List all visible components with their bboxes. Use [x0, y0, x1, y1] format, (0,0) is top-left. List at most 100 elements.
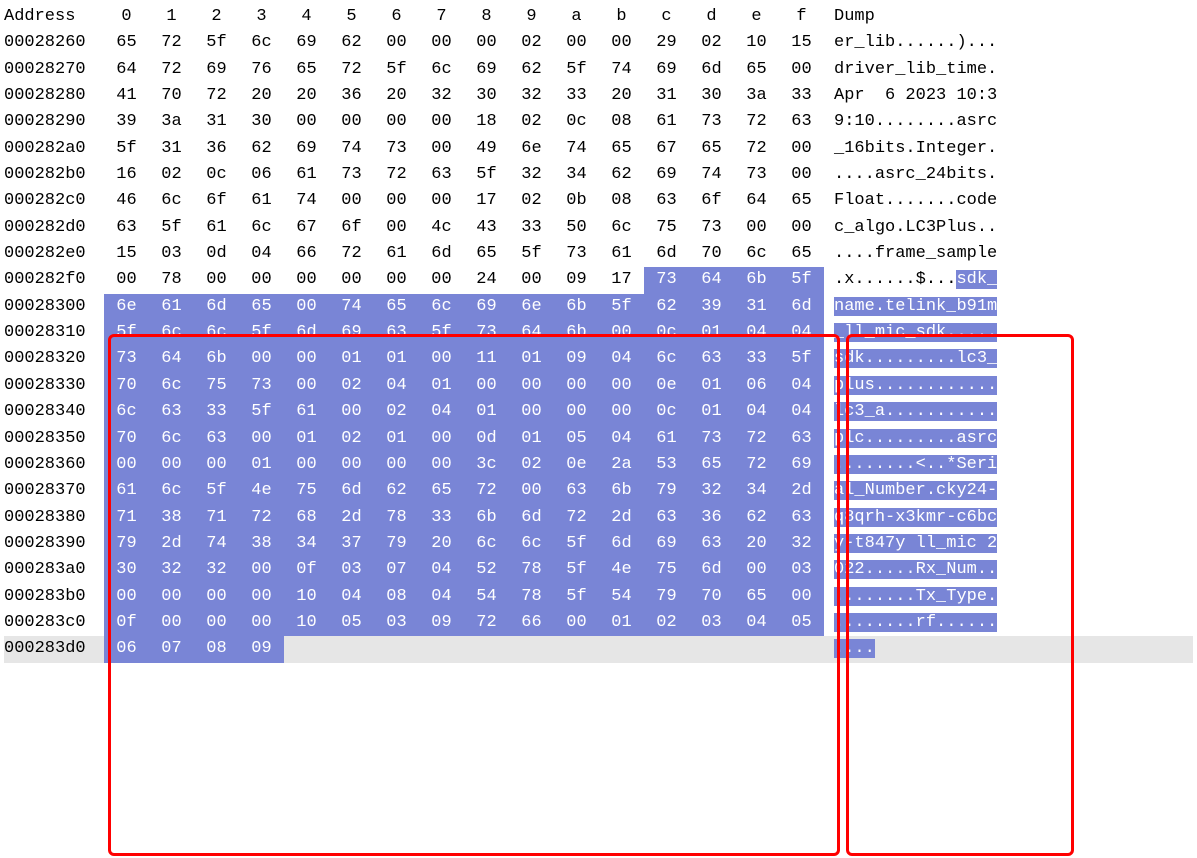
- dump-char[interactable]: .: [946, 112, 956, 131]
- hex-bytes[interactable]: 6c63335f61000204010000000c010404: [104, 399, 824, 425]
- hex-byte[interactable]: 07: [374, 557, 419, 583]
- hex-bytes[interactable]: 73646b0000010100110109046c63335f: [104, 346, 824, 372]
- hex-byte[interactable]: 2a: [599, 452, 644, 478]
- dump-char[interactable]: -: [885, 508, 895, 527]
- hex-bytes[interactable]: 706c6300010201000d01050461737263: [104, 426, 824, 452]
- dump-char[interactable]: t: [875, 191, 885, 210]
- hex-byte[interactable]: 6d: [644, 241, 689, 267]
- dump-char[interactable]: m: [926, 508, 936, 527]
- hex-byte[interactable]: 6c: [419, 57, 464, 83]
- dump-char[interactable]: .: [875, 297, 885, 316]
- dump-char[interactable]: F: [834, 191, 844, 210]
- dump-char[interactable]: .: [977, 402, 987, 421]
- hex-byte[interactable]: 73: [239, 373, 284, 399]
- dump-char[interactable]: .: [854, 165, 864, 184]
- hex-byte[interactable]: 32: [779, 531, 824, 557]
- hex-bytes[interactable]: 65725f6c696200000002000029021015: [104, 30, 824, 56]
- hex-byte[interactable]: 37: [329, 531, 374, 557]
- hex-byte[interactable]: 74: [329, 136, 374, 162]
- hex-byte[interactable]: 62: [329, 30, 374, 56]
- hex-byte[interactable]: 73: [689, 215, 734, 241]
- dump-char[interactable]: .: [926, 376, 936, 395]
- hex-byte[interactable]: 68: [284, 505, 329, 531]
- dump-char[interactable]: T: [946, 587, 956, 606]
- dump-char[interactable]: m: [854, 297, 864, 316]
- dump-char[interactable]: r: [977, 455, 987, 474]
- dump-char[interactable]: .: [854, 639, 864, 658]
- hex-byte[interactable]: 5f: [779, 346, 824, 372]
- dump-char[interactable]: *: [946, 455, 956, 474]
- dump-char[interactable]: y: [895, 534, 905, 553]
- hex-byte[interactable]: 73: [329, 162, 374, 188]
- dump-char[interactable]: .: [865, 244, 875, 263]
- dump-char[interactable]: .: [916, 376, 926, 395]
- ascii-dump[interactable]: .x......$...sdk_: [824, 267, 997, 293]
- dump-char[interactable]: q: [834, 508, 844, 527]
- hex-byte[interactable]: 5f: [194, 478, 239, 504]
- hex-byte[interactable]: 6c: [734, 241, 779, 267]
- hex-byte[interactable]: 63: [104, 215, 149, 241]
- dump-char[interactable]: 2: [926, 165, 936, 184]
- dump-char[interactable]: u: [956, 560, 966, 579]
- dump-char[interactable]: f: [875, 244, 885, 263]
- hex-byte[interactable]: 00: [149, 452, 194, 478]
- dump-char[interactable]: t: [936, 139, 946, 158]
- dump-char[interactable]: .: [875, 429, 885, 448]
- hex-byte[interactable]: 5f: [239, 399, 284, 425]
- hex-byte[interactable]: 33: [509, 215, 554, 241]
- hex-byte[interactable]: 72: [194, 83, 239, 109]
- hex-byte[interactable]: 36: [689, 505, 734, 531]
- hex-bytes[interactable]: 06070809: [104, 636, 824, 662]
- dump-char[interactable]: -: [946, 508, 956, 527]
- hex-byte[interactable]: 00: [509, 399, 554, 425]
- dump-char[interactable]: s: [967, 218, 977, 237]
- hex-byte[interactable]: 04: [239, 241, 284, 267]
- dump-char[interactable]: .: [905, 191, 915, 210]
- dump-char[interactable]: m: [956, 244, 966, 263]
- dump-char[interactable]: c: [967, 534, 977, 553]
- dump-char[interactable]: .: [875, 587, 885, 606]
- hex-byte[interactable]: 5f: [464, 162, 509, 188]
- dump-char[interactable]: y: [956, 481, 966, 500]
- dump-char[interactable]: r: [854, 86, 864, 105]
- dump-char[interactable]: .: [875, 349, 885, 368]
- dump-char[interactable]: .: [926, 481, 936, 500]
- hex-byte[interactable]: 02: [509, 30, 554, 56]
- dump-char[interactable]: e: [967, 139, 977, 158]
- hex-byte[interactable]: 17: [464, 188, 509, 214]
- hex-byte[interactable]: 00: [239, 610, 284, 636]
- dump-char[interactable]: 0: [865, 112, 875, 131]
- dump-char[interactable]: a: [834, 481, 844, 500]
- hex-byte[interactable]: 09: [239, 636, 284, 662]
- hex-byte[interactable]: 32: [689, 478, 734, 504]
- hex-byte[interactable]: 00: [374, 267, 419, 293]
- dump-char[interactable]: 0: [916, 86, 926, 105]
- hex-byte[interactable]: 04: [734, 320, 779, 346]
- hex-row[interactable]: 0002836000000001000000003c020e2a53657269…: [4, 452, 1193, 478]
- hex-byte[interactable]: 00: [599, 30, 644, 56]
- hex-byte[interactable]: 79: [644, 478, 689, 504]
- dump-char[interactable]: .: [885, 560, 895, 579]
- dump-char[interactable]: y: [956, 587, 966, 606]
- dump-char[interactable]: a: [875, 165, 885, 184]
- hex-byte[interactable]: 00: [374, 30, 419, 56]
- hex-byte[interactable]: 72: [734, 452, 779, 478]
- hex-byte[interactable]: 11: [464, 346, 509, 372]
- hex-byte[interactable]: 39: [104, 109, 149, 135]
- hex-byte[interactable]: 63: [779, 505, 824, 531]
- dump-char[interactable]: o: [854, 191, 864, 210]
- hex-bytes[interactable]: 466c6f617400000017020b08636f6465: [104, 188, 824, 214]
- dump-char[interactable]: -: [987, 481, 997, 500]
- hex-byte[interactable]: 01: [509, 346, 554, 372]
- hex-byte[interactable]: 33: [419, 505, 464, 531]
- dump-char[interactable]: .: [905, 587, 915, 606]
- hex-byte[interactable]: 0d: [464, 426, 509, 452]
- hex-byte[interactable]: 31: [149, 136, 194, 162]
- hex-byte[interactable]: 61: [239, 188, 284, 214]
- dump-char[interactable]: u: [956, 218, 966, 237]
- dump-char[interactable]: .: [987, 587, 997, 606]
- dump-char[interactable]: 3: [905, 508, 915, 527]
- hex-row[interactable]: 000283c00f000000100503097266000102030405…: [4, 610, 1193, 636]
- dump-char[interactable]: r: [895, 165, 905, 184]
- dump-char[interactable]: p: [967, 587, 977, 606]
